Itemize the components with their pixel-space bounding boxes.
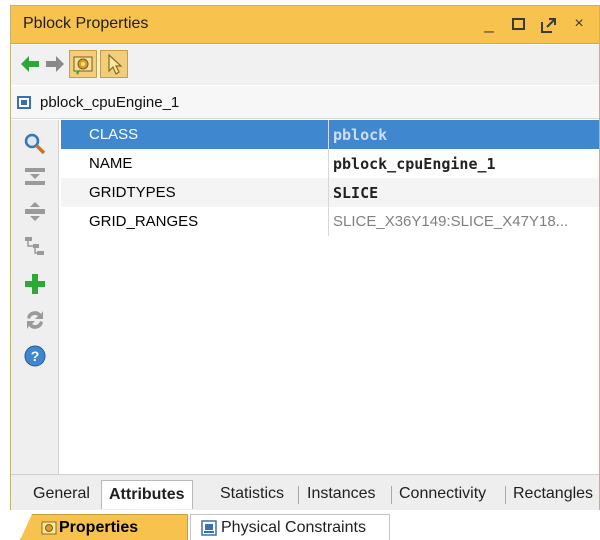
tab-physical-constraints-label: Physical Constraints — [221, 519, 366, 536]
group-by-button[interactable] — [23, 234, 47, 258]
close-button[interactable]: × — [569, 13, 589, 35]
properties-icon — [41, 521, 57, 535]
tab-divider — [505, 486, 506, 504]
table-row[interactable]: GRIDTYPES SLICE — [61, 178, 599, 207]
expand-all-icon — [25, 202, 45, 221]
property-value[interactable]: SLICE_X36Y149:SLICE_X47Y18... — [333, 213, 568, 230]
tab-divider — [298, 486, 299, 504]
column-divider[interactable] — [328, 120, 329, 236]
maximize-icon — [511, 18, 525, 30]
search-button[interactable] — [23, 132, 47, 156]
group-by-icon — [25, 237, 44, 255]
refresh-button[interactable] — [23, 308, 47, 332]
table-row[interactable]: GRID_RANGES SLICE_X36Y149:SLICE_X47Y18..… — [61, 207, 599, 236]
search-icon — [24, 133, 46, 155]
forward-arrow-icon — [46, 56, 64, 72]
properties-sidebar: ? — [11, 120, 59, 474]
float-icon — [541, 18, 556, 33]
add-property-button[interactable] — [23, 272, 47, 296]
toolbar — [11, 45, 599, 85]
tab-rectangles[interactable]: Rectangles — [513, 482, 593, 508]
tab-divider — [391, 486, 392, 504]
maximize-button[interactable] — [508, 13, 528, 35]
window-title: Pblock Properties — [23, 15, 149, 32]
property-name: GRIDTYPES — [89, 184, 176, 201]
auto-update-icon — [73, 56, 93, 75]
table-row[interactable]: NAME pblock_cpuEngine_1 — [61, 149, 599, 178]
help-button[interactable]: ? — [23, 344, 47, 368]
property-name: CLASS — [89, 126, 139, 143]
refresh-icon — [27, 311, 43, 329]
properties-table: CLASS pblock NAME pblock_cpuEngine_1 GRI… — [61, 120, 599, 474]
tab-properties[interactable]: Properties — [20, 514, 188, 540]
tab-properties-label: Properties — [59, 519, 139, 536]
help-icon: ? — [24, 345, 46, 367]
tab-attributes[interactable]: Attributes — [101, 480, 193, 509]
forward-button[interactable] — [44, 53, 66, 75]
property-tabs: General Attributes Statistics Instances … — [11, 474, 599, 510]
back-button[interactable] — [19, 53, 41, 75]
back-arrow-icon — [21, 56, 39, 72]
collapse-all-icon — [25, 168, 45, 185]
tab-statistics[interactable]: Statistics — [220, 482, 284, 508]
expand-all-button[interactable] — [23, 200, 47, 224]
object-name: pblock_cpuEngine_1 — [40, 94, 180, 111]
title-bar: Pblock Properties _ × — [11, 6, 599, 44]
property-value: pblock — [333, 126, 388, 144]
bottom-tab-strip: Properties Physical Constraints — [0, 510, 600, 540]
svg-text:?: ? — [31, 348, 40, 364]
minimize-button[interactable]: _ — [479, 13, 499, 35]
pblock-properties-panel: Pblock Properties _ × pblock_cpuEngine_1… — [10, 5, 600, 510]
tab-physical-constraints[interactable]: Physical Constraints — [190, 514, 390, 540]
object-header: pblock_cpuEngine_1 — [11, 86, 599, 119]
float-button[interactable] — [539, 13, 559, 35]
property-name: NAME — [89, 155, 133, 172]
collapse-all-button[interactable] — [23, 166, 47, 190]
tab-general[interactable]: General — [33, 482, 90, 508]
property-name: GRID_RANGES — [89, 213, 199, 230]
select-mode-button[interactable] — [100, 50, 128, 78]
pblock-icon — [17, 96, 31, 109]
select-cursor-icon — [108, 53, 123, 75]
add-icon — [25, 274, 45, 294]
physical-constraints-icon — [201, 520, 217, 536]
tab-instances[interactable]: Instances — [307, 482, 375, 508]
tab-connectivity[interactable]: Connectivity — [399, 482, 486, 508]
auto-update-toggle[interactable] — [69, 50, 97, 78]
table-row[interactable]: CLASS pblock — [61, 120, 599, 149]
property-value[interactable]: pblock_cpuEngine_1 — [333, 155, 496, 173]
property-value[interactable]: SLICE — [333, 184, 378, 202]
